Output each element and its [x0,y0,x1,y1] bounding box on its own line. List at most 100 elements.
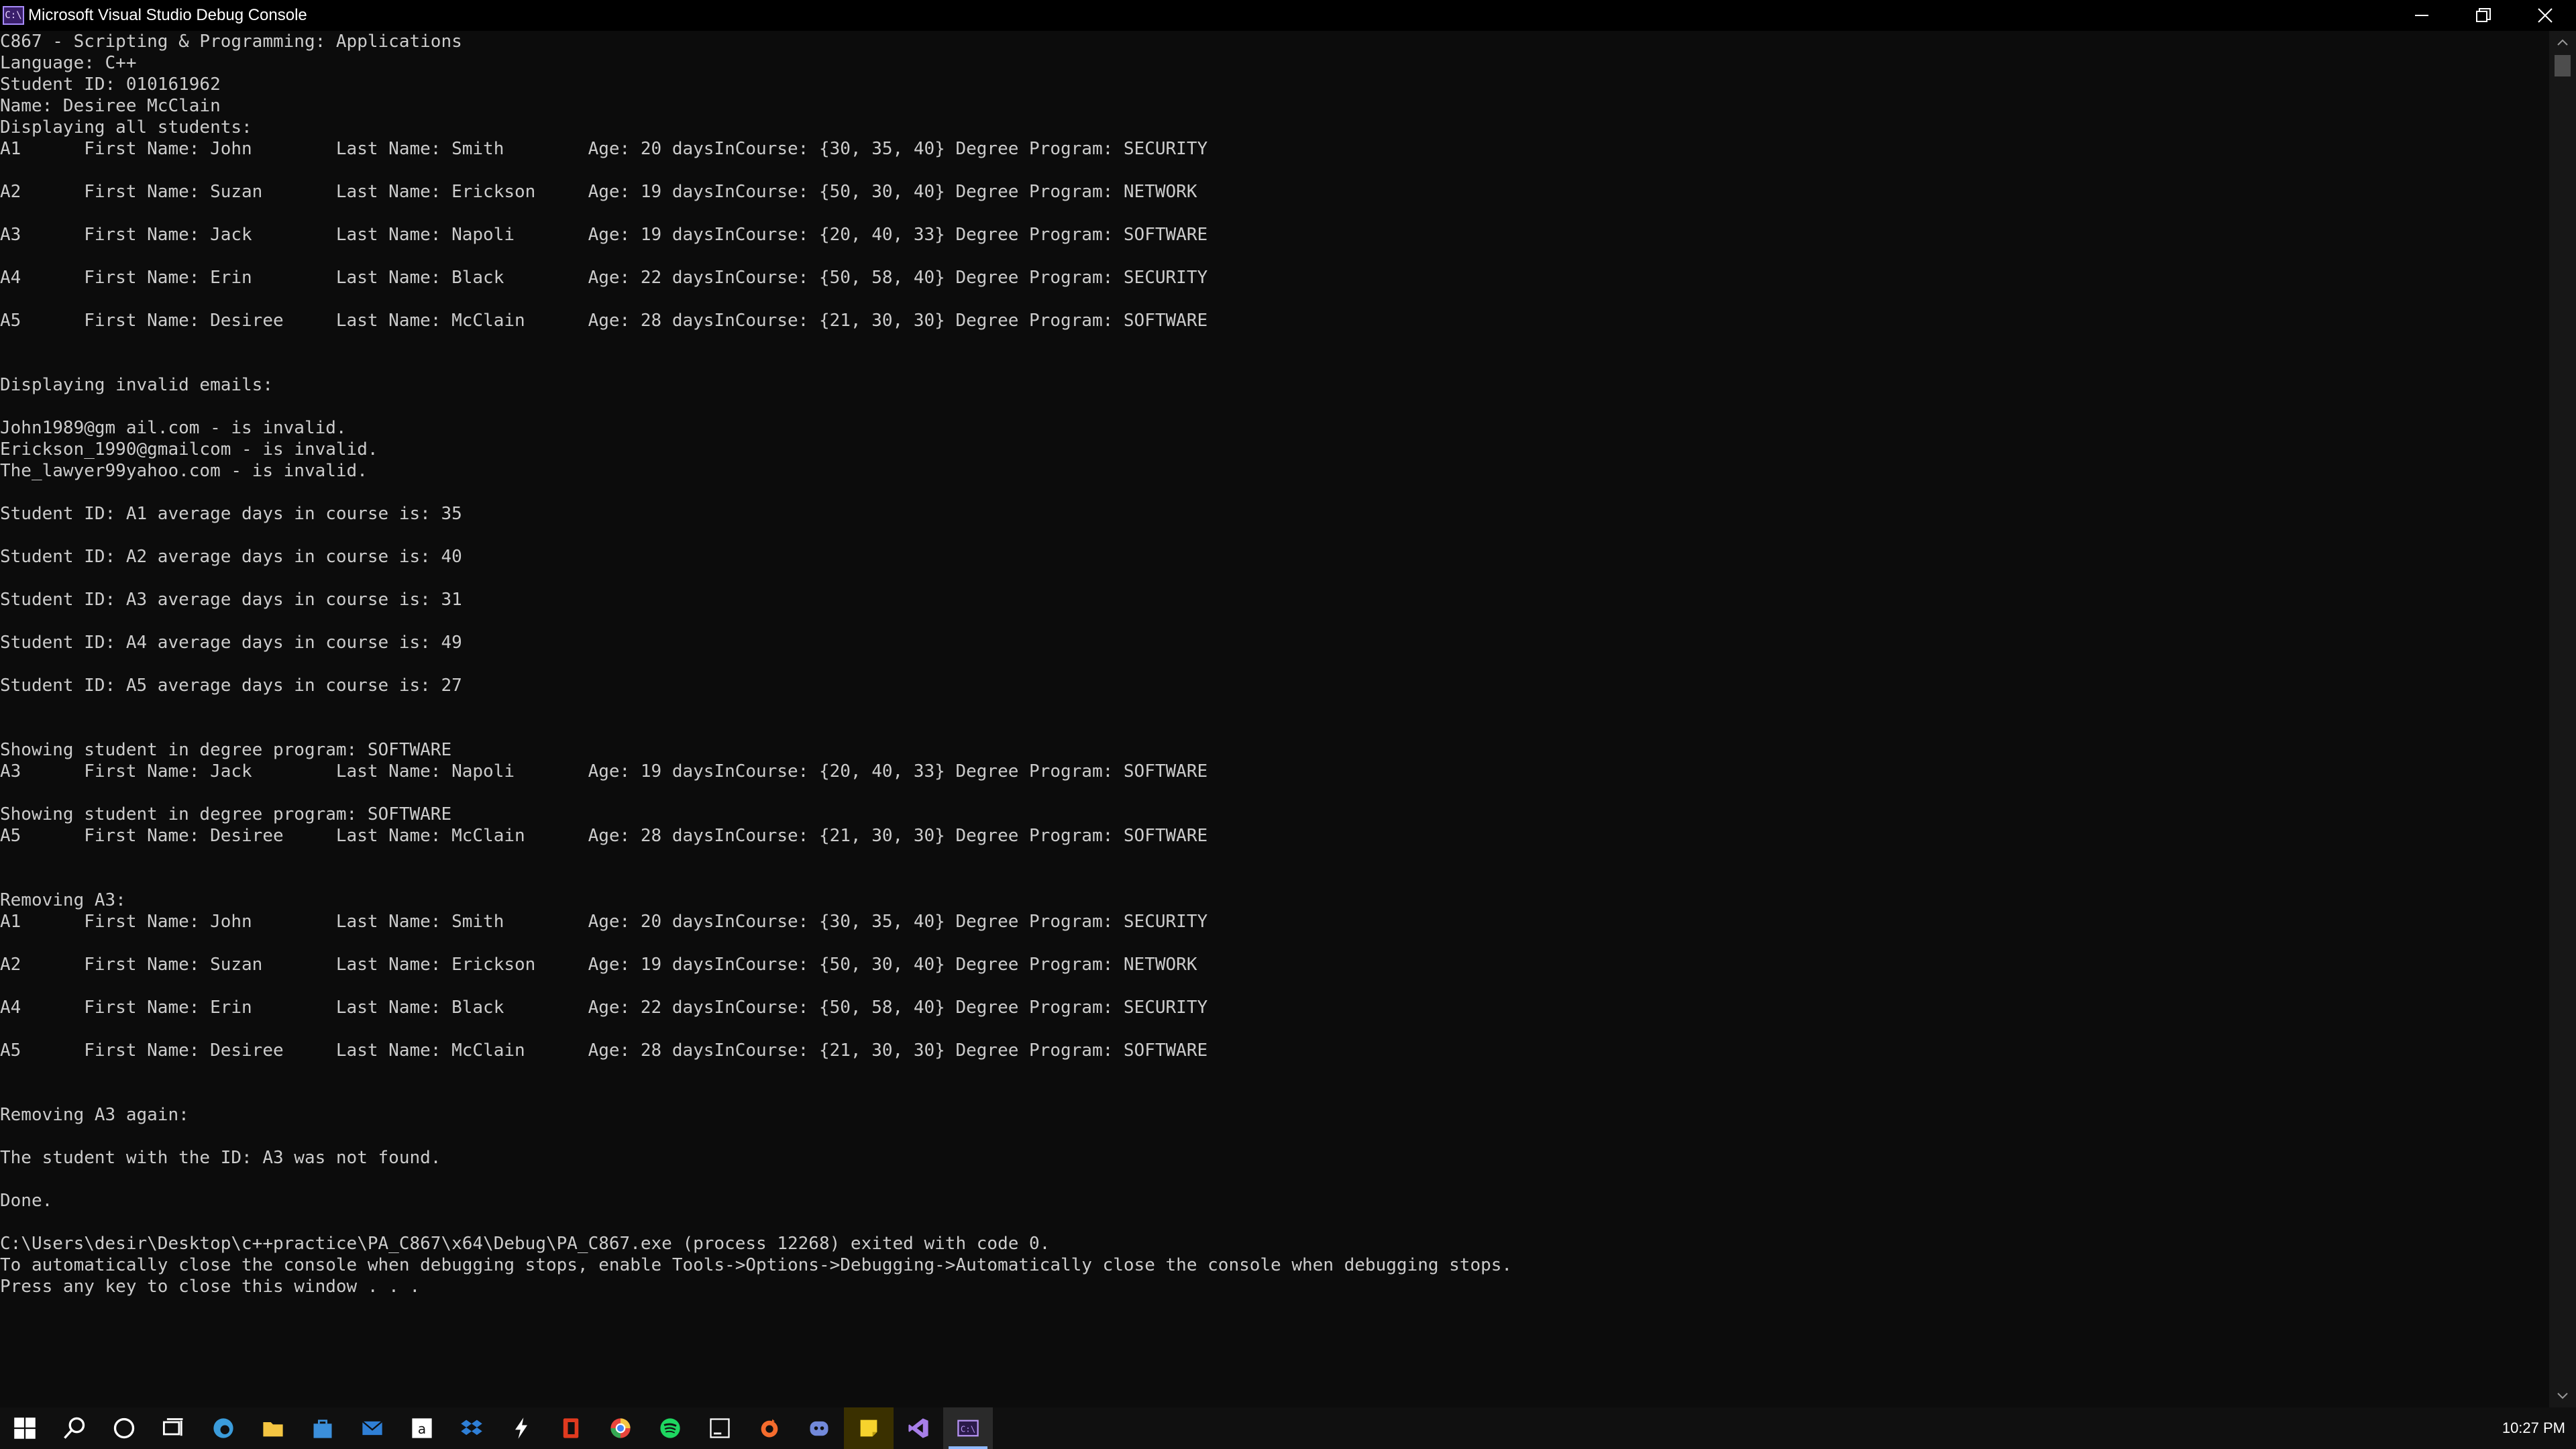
console-line: Removing A3 again: [0,1105,189,1125]
file-explorer-icon [263,1422,283,1437]
taskbar-item-origin[interactable] [745,1407,794,1449]
window-title: Microsoft Visual Studio Debug Console [28,6,307,24]
minimize-icon [2415,15,2428,16]
taskbar-item-search[interactable] [50,1407,99,1449]
console-line: John1989@gm ail.com - is invalid. [0,418,347,438]
task-view-icon [162,1418,183,1436]
taskbar-item-dropbox[interactable] [447,1407,496,1449]
taskbar-item-amazon[interactable]: a [397,1407,447,1449]
taskbar-item-lightning-app[interactable] [496,1407,546,1449]
console-line: Displaying invalid emails: [0,375,273,395]
console-line: A5 First Name: Desiree Last Name: McClai… [0,1040,1208,1061]
mail-icon [362,1421,383,1436]
console-line: The_lawyer99yahoo.com - is invalid. [0,461,368,481]
chevron-down-icon [2557,1393,2568,1399]
console-line: A3 First Name: Jack Last Name: Napoli Ag… [0,761,1208,782]
close-button[interactable] [2514,0,2576,31]
console-line: The student with the ID: A3 was not foun… [0,1148,441,1168]
console-line: Erickson_1990@gmailcom - is invalid. [0,439,378,460]
restore-button[interactable] [2453,0,2514,31]
console-line: To automatically close the console when … [0,1255,1513,1275]
taskbar-item-edge[interactable] [199,1407,248,1449]
discord-icon [810,1421,828,1436]
minimize-button[interactable] [2391,0,2453,31]
origin-icon [761,1419,778,1438]
cortana-icon [113,1417,135,1439]
taskbar-item-sticky-notes[interactable] [844,1407,894,1449]
console-line: A4 First Name: Erin Last Name: Black Age… [0,268,1208,288]
search-icon [64,1417,85,1439]
console-line: A2 First Name: Suzan Last Name: Erickson… [0,182,1197,202]
window-controls [2391,0,2576,31]
svg-text:C:\: C:\ [961,1425,975,1434]
scroll-down-button[interactable] [2549,1385,2576,1407]
console-line: C867 - Scripting & Programming: Applicat… [0,32,462,52]
console-line: Student ID: 010161962 [0,74,221,95]
taskbar-item-task-view[interactable] [149,1407,199,1449]
vertical-scrollbar[interactable] [2549,31,2576,1407]
console-line: Removing A3: [0,890,126,910]
console-app-icon: C:\ [3,6,24,25]
title-bar[interactable]: C:\ Microsoft Visual Studio Debug Consol… [0,0,2576,31]
taskbar: a C:\ 10:27 PM [0,1407,2576,1449]
edge-icon [213,1418,233,1438]
console-line: Student ID: A5 average days in course is… [0,676,462,696]
lightning-app-icon [515,1417,527,1439]
console-line: A1 First Name: John Last Name: Smith Age… [0,139,1208,159]
scroll-thumb[interactable] [2555,55,2571,76]
taskbar-item-chrome[interactable] [596,1407,645,1449]
store-icon [313,1419,332,1438]
console-line: Name: Desiree McClain [0,96,221,116]
console-line: Showing student in degree program: SOFTW… [0,740,452,760]
taskbar-item-cortana[interactable] [99,1407,149,1449]
console-line: A5 First Name: Desiree Last Name: McClai… [0,311,1208,331]
scroll-up-button[interactable] [2549,31,2576,54]
taskbar-item-discord[interactable] [794,1407,844,1449]
sticky-notes-icon [860,1419,877,1437]
spotify-icon [660,1418,680,1438]
taskbar-item-office[interactable] [546,1407,596,1449]
taskbar-item-visual-studio[interactable] [894,1407,943,1449]
taskbar-item-file-explorer[interactable] [248,1407,298,1449]
windows-start-icon [14,1417,36,1439]
jetbrains-icon [710,1418,730,1438]
console-line: A5 First Name: Desiree Last Name: McClai… [0,826,1208,846]
taskbar-item-mail[interactable] [347,1407,397,1449]
console-line: A4 First Name: Erin Last Name: Black Age… [0,998,1208,1018]
taskbar-item-jetbrains[interactable] [695,1407,745,1449]
console-line: A1 First Name: John Last Name: Smith Age… [0,912,1208,932]
dropbox-icon [461,1419,482,1436]
taskbar-clock[interactable]: 10:27 PM [2502,1407,2565,1449]
console-output[interactable]: C867 - Scripting & Programming: Applicat… [0,31,2549,1407]
console-line: Done. [0,1191,53,1211]
console-line: Language: C++ [0,53,137,73]
taskbar-item-spotify[interactable] [645,1407,695,1449]
console-line: Student ID: A3 average days in course is… [0,590,462,610]
console-line: A3 First Name: Jack Last Name: Napoli Ag… [0,225,1208,245]
console-line: Displaying all students: [0,117,252,138]
console-line: Student ID: A4 average days in course is… [0,633,462,653]
taskbar-item-windows-start[interactable] [0,1407,50,1449]
taskbar-item-store[interactable] [298,1407,347,1449]
taskbar-item-debug-console[interactable]: C:\ [943,1407,993,1449]
debug-console-window: C:\ Microsoft Visual Studio Debug Consol… [0,0,2576,1407]
